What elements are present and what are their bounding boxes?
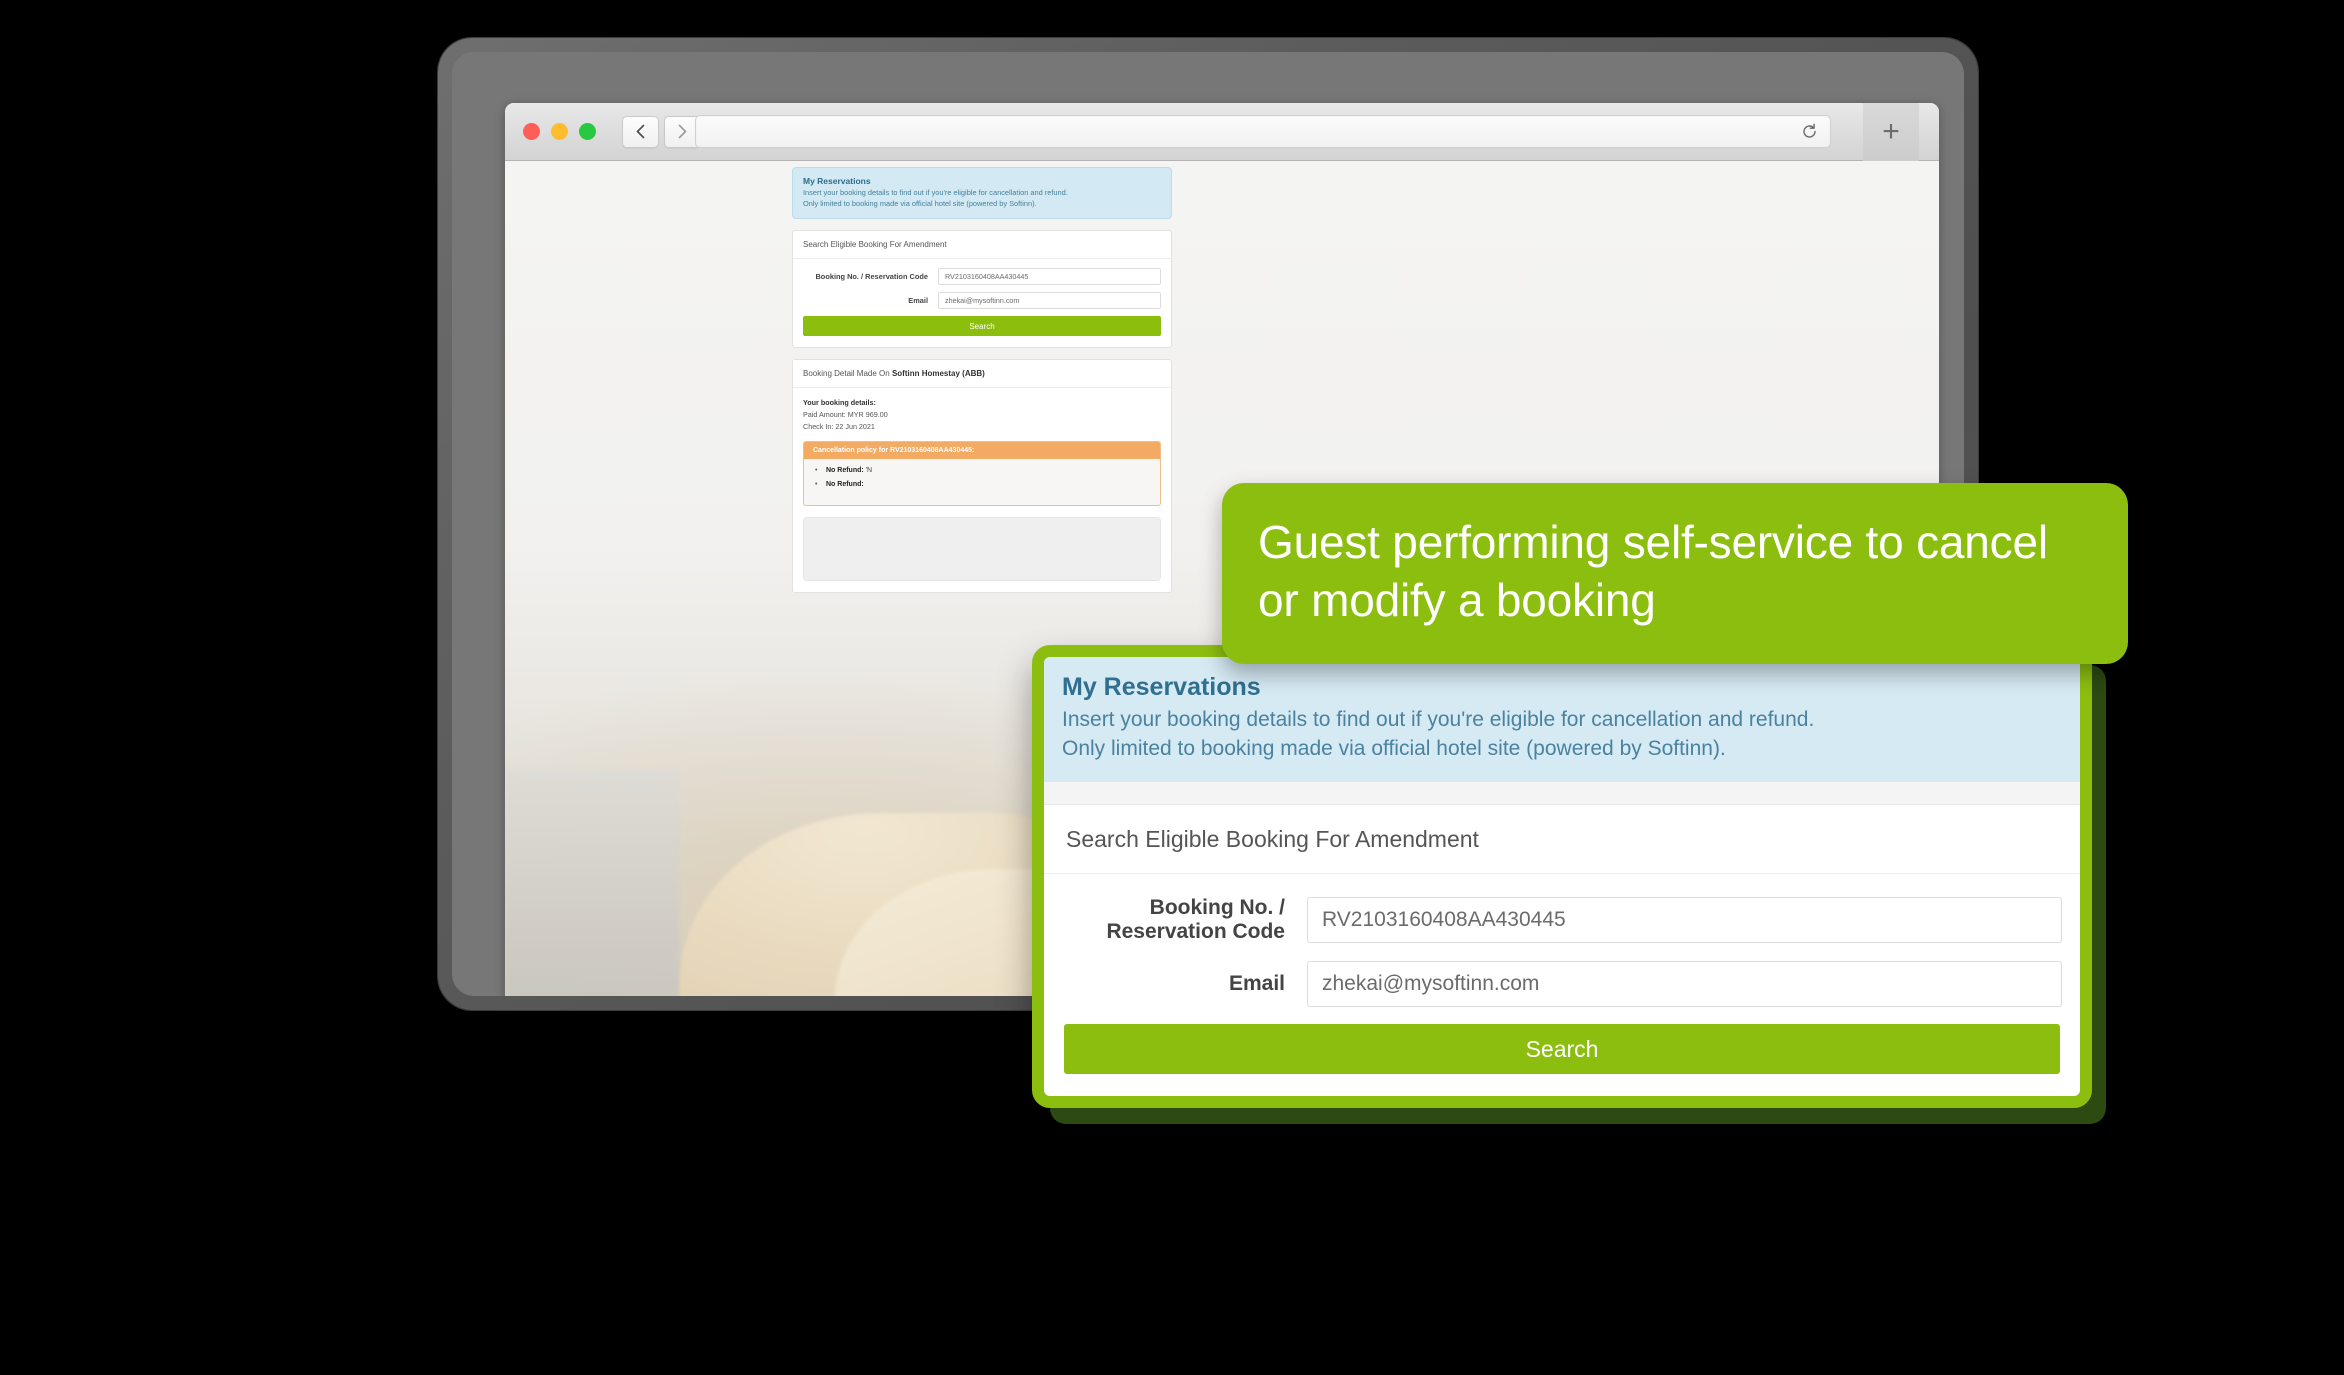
magnified-email-input[interactable]: zhekai@mysoftinn.com	[1307, 961, 2062, 1008]
magnified-my-reservations-title: My Reservations	[1062, 673, 1261, 701]
close-window-button[interactable]	[523, 123, 540, 140]
email-input[interactable]: zhekai@mysoftinn.com	[938, 292, 1161, 310]
back-button[interactable]	[622, 115, 659, 148]
magnified-email-row: Email zhekai@mysoftinn.com	[1062, 961, 2062, 1008]
callout-banner: Guest performing self-service to cancel …	[1222, 483, 2128, 664]
policy-item: No Refund: 'N	[815, 467, 1151, 474]
search-form-body: Booking No. / Reservation Code RV2103160…	[793, 259, 1171, 347]
magnified-booking-number-input[interactable]: RV2103160408AA430445	[1307, 897, 2062, 944]
email-value: zhekai@mysoftinn.com	[945, 296, 1020, 306]
policy-item: No Refund:	[815, 481, 1151, 488]
search-form-card: Search Eligible Booking For Amendment Bo…	[792, 230, 1172, 349]
magnified-search-button[interactable]: Search	[1064, 1024, 2060, 1075]
booking-number-row: Booking No. / Reservation Code RV2103160…	[803, 268, 1161, 286]
plus-icon: +	[1882, 115, 1900, 148]
room-wall-backdrop	[505, 769, 680, 996]
booking-details-title: Your booking details:	[803, 398, 876, 408]
cancellation-policy-list: No Refund: 'N No Refund:	[804, 459, 1160, 505]
booking-detail-placeholder-box	[803, 517, 1161, 582]
search-form-heading: Search Eligible Booking For Amendment	[793, 231, 1171, 260]
paid-amount: Paid Amount: MYR 969.00	[803, 409, 888, 419]
magnified-search-form-heading: Search Eligible Booking For Amendment	[1044, 805, 2080, 875]
reload-icon[interactable]	[1801, 123, 1818, 140]
window-controls	[523, 123, 596, 140]
booking-number-input[interactable]: RV2103160408AA430445	[938, 268, 1161, 286]
chevron-left-icon	[636, 124, 645, 139]
booking-detail-prefix: Booking Detail Made On	[803, 369, 892, 379]
booking-number-value: RV2103160408AA430445	[945, 272, 1029, 282]
booking-detail-heading: Booking Detail Made On Softinn Homestay …	[793, 360, 1171, 389]
my-reservations-line-1: Insert your booking details to find out …	[803, 188, 1068, 197]
browser-titlebar: +	[505, 103, 1939, 161]
magnified-search-button-label: Search	[1525, 1035, 1599, 1062]
magnified-search-form-body: Booking No. / Reservation Code RV2103160…	[1044, 874, 2080, 1096]
magnified-reservations-card: My Reservations Insert your booking deta…	[1032, 645, 2092, 1109]
magnified-booking-number-value: RV2103160408AA430445	[1322, 908, 1566, 932]
minimize-window-button[interactable]	[551, 123, 568, 140]
search-button[interactable]: Search	[803, 316, 1161, 337]
booking-detail-property: Softinn Homestay (ABB)	[891, 369, 985, 379]
magnified-divider-strip	[1044, 782, 2080, 806]
reservations-page: My Reservations Insert your booking deta…	[792, 167, 1172, 594]
maximize-window-button[interactable]	[579, 123, 596, 140]
magnified-booking-number-label: Booking No. / Reservation Code	[1106, 896, 1285, 944]
address-bar[interactable]	[695, 115, 1831, 148]
email-row: Email zhekai@mysoftinn.com	[803, 292, 1161, 310]
check-in-date: Check In: 22 Jun 2021	[803, 421, 875, 431]
email-label: Email	[908, 296, 928, 306]
booking-number-label: Booking No. / Reservation Code	[815, 272, 928, 282]
booking-detail-card: Booking Detail Made On Softinn Homestay …	[792, 359, 1172, 594]
navigation-buttons	[622, 115, 701, 148]
new-tab-button[interactable]: +	[1863, 103, 1919, 161]
my-reservations-line-2: Only limited to booking made via officia…	[803, 198, 1037, 208]
my-reservations-title: My Reservations	[803, 176, 871, 186]
chevron-right-icon	[678, 124, 687, 139]
booking-detail-body: Your booking details: Paid Amount: MYR 9…	[793, 388, 1171, 592]
magnified-my-reservations-line-2: Only limited to booking made via officia…	[1062, 736, 1726, 760]
magnified-my-reservations-line-1: Insert your booking details to find out …	[1062, 708, 1815, 731]
cancellation-policy-header: Cancellation policy for RV2103160408AA43…	[804, 442, 1160, 460]
magnified-email-value: zhekai@mysoftinn.com	[1322, 972, 1540, 996]
search-button-label: Search	[969, 321, 995, 331]
cancellation-policy: Cancellation policy for RV2103160408AA43…	[803, 441, 1161, 507]
magnified-booking-number-row: Booking No. / Reservation Code RV2103160…	[1062, 896, 2062, 944]
my-reservations-banner: My Reservations Insert your booking deta…	[792, 167, 1172, 220]
magnified-my-reservations-banner: My Reservations Insert your booking deta…	[1044, 657, 2080, 783]
callout-text: Guest performing self-service to cancel …	[1258, 516, 2048, 627]
magnified-email-label: Email	[1228, 972, 1285, 996]
